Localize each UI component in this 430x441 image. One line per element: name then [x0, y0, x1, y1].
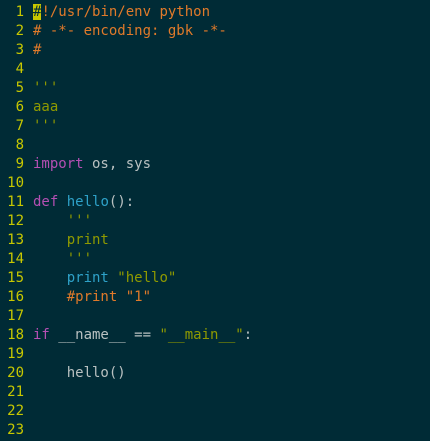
line-content[interactable]: ''': [24, 212, 92, 231]
code-line[interactable]: 7 ''': [0, 117, 430, 136]
code-token-keyword: if: [33, 327, 50, 343]
line-content[interactable]: aaa: [24, 98, 58, 117]
line-number: 20: [7, 365, 24, 381]
line-number: 21: [7, 384, 24, 400]
line-number: 10: [7, 175, 24, 191]
line-number: 22: [7, 403, 24, 419]
line-content[interactable]: ''': [24, 250, 92, 269]
code-token-plain: os, sys: [83, 156, 152, 172]
code-line[interactable]: 23: [0, 421, 430, 440]
code-token-comment: # -*- encoding: gbk -*-: [33, 23, 227, 39]
line-content[interactable]: hello(): [24, 364, 126, 383]
code-token-string: print: [33, 232, 109, 248]
code-line[interactable]: 8: [0, 136, 430, 155]
code-line[interactable]: 11 def hello():: [0, 193, 430, 212]
code-line[interactable]: 10: [0, 174, 430, 193]
line-number: 3: [15, 42, 24, 58]
line-content[interactable]: import os, sys: [24, 155, 151, 174]
code-token-plain: __name__ ==: [49, 327, 160, 343]
code-line[interactable]: 17: [0, 307, 430, 326]
code-token-string: aaa: [33, 99, 59, 115]
code-token-func: print: [66, 270, 109, 286]
code-line[interactable]: 21: [0, 383, 430, 402]
line-content[interactable]: print: [24, 231, 109, 250]
line-number: 5: [15, 80, 24, 96]
line-content[interactable]: [24, 136, 33, 155]
code-line[interactable]: 9 import os, sys: [0, 155, 430, 174]
code-line[interactable]: 1 #!/usr/bin/env python: [0, 3, 430, 22]
line-number: 19: [7, 346, 24, 362]
line-number: 7: [15, 118, 24, 134]
line-content[interactable]: # -*- encoding: gbk -*-: [24, 22, 227, 41]
line-content[interactable]: [24, 402, 33, 421]
code-token-string: "__main__": [159, 327, 244, 343]
line-content[interactable]: ''': [24, 79, 58, 98]
line-number: 8: [15, 137, 24, 153]
line-content[interactable]: #: [24, 41, 41, 60]
code-token-func: hello: [66, 194, 109, 210]
line-number: 9: [15, 156, 24, 172]
line-content[interactable]: [24, 307, 33, 326]
code-token-comment: #print "1": [33, 289, 152, 305]
code-token-plain: :: [243, 327, 253, 343]
code-token-string: ''': [33, 80, 59, 96]
code-editor[interactable]: 1 #!/usr/bin/env python 2 # -*- encoding: g…: [0, 0, 430, 441]
line-number: 18: [7, 327, 24, 343]
code-token-comment: !/usr/bin/env python: [41, 4, 211, 20]
line-number: 15: [7, 270, 24, 286]
code-token-string: "hello": [108, 270, 177, 286]
line-content[interactable]: #!/usr/bin/env python: [24, 3, 210, 22]
code-line[interactable]: 4: [0, 60, 430, 79]
code-line[interactable]: 16 #print "1": [0, 288, 430, 307]
code-line[interactable]: 19: [0, 345, 430, 364]
code-token-comment: #: [33, 42, 42, 58]
code-line[interactable]: 13 print: [0, 231, 430, 250]
line-number: 1: [15, 4, 24, 20]
code-line[interactable]: 2 # -*- encoding: gbk -*-: [0, 22, 430, 41]
code-line[interactable]: 14 ''': [0, 250, 430, 269]
line-content[interactable]: if __name__ == "__main__":: [24, 326, 252, 345]
line-content[interactable]: print "hello": [24, 269, 177, 288]
code-line[interactable]: 12 ''': [0, 212, 430, 231]
line-number: 13: [7, 232, 24, 248]
code-line[interactable]: 6 aaa: [0, 98, 430, 117]
line-content[interactable]: ''': [24, 117, 58, 136]
code-token-string: ''': [33, 213, 93, 229]
code-line[interactable]: 5 ''': [0, 79, 430, 98]
code-line[interactable]: 20 hello(): [0, 364, 430, 383]
line-content[interactable]: #print "1": [24, 288, 151, 307]
line-number: 14: [7, 251, 24, 267]
code-line[interactable]: 18 if __name__ == "__main__":: [0, 326, 430, 345]
code-line[interactable]: 3 #: [0, 41, 430, 60]
code-token-plain: ():: [108, 194, 135, 210]
code-token-keyword: import: [33, 156, 84, 172]
code-line[interactable]: 15 print "hello": [0, 269, 430, 288]
line-content[interactable]: [24, 174, 33, 193]
code-token-string: ''': [33, 118, 59, 134]
line-content[interactable]: [24, 345, 33, 364]
line-number: 17: [7, 308, 24, 324]
line-number: 16: [7, 289, 24, 305]
line-content[interactable]: [24, 60, 33, 79]
line-content[interactable]: [24, 421, 33, 440]
line-number: 2: [15, 23, 24, 39]
line-number: 23: [7, 422, 24, 438]
code-token-keyword: def: [33, 194, 59, 210]
line-number: 12: [7, 213, 24, 229]
line-number: 6: [15, 99, 24, 115]
line-content[interactable]: def hello():: [24, 193, 134, 212]
code-token-string: ''': [33, 251, 93, 267]
code-line[interactable]: 22: [0, 402, 430, 421]
line-number: 4: [15, 61, 24, 77]
code-token-plain: hello(): [33, 365, 126, 381]
line-number: 11: [7, 194, 24, 210]
line-content[interactable]: [24, 383, 33, 402]
